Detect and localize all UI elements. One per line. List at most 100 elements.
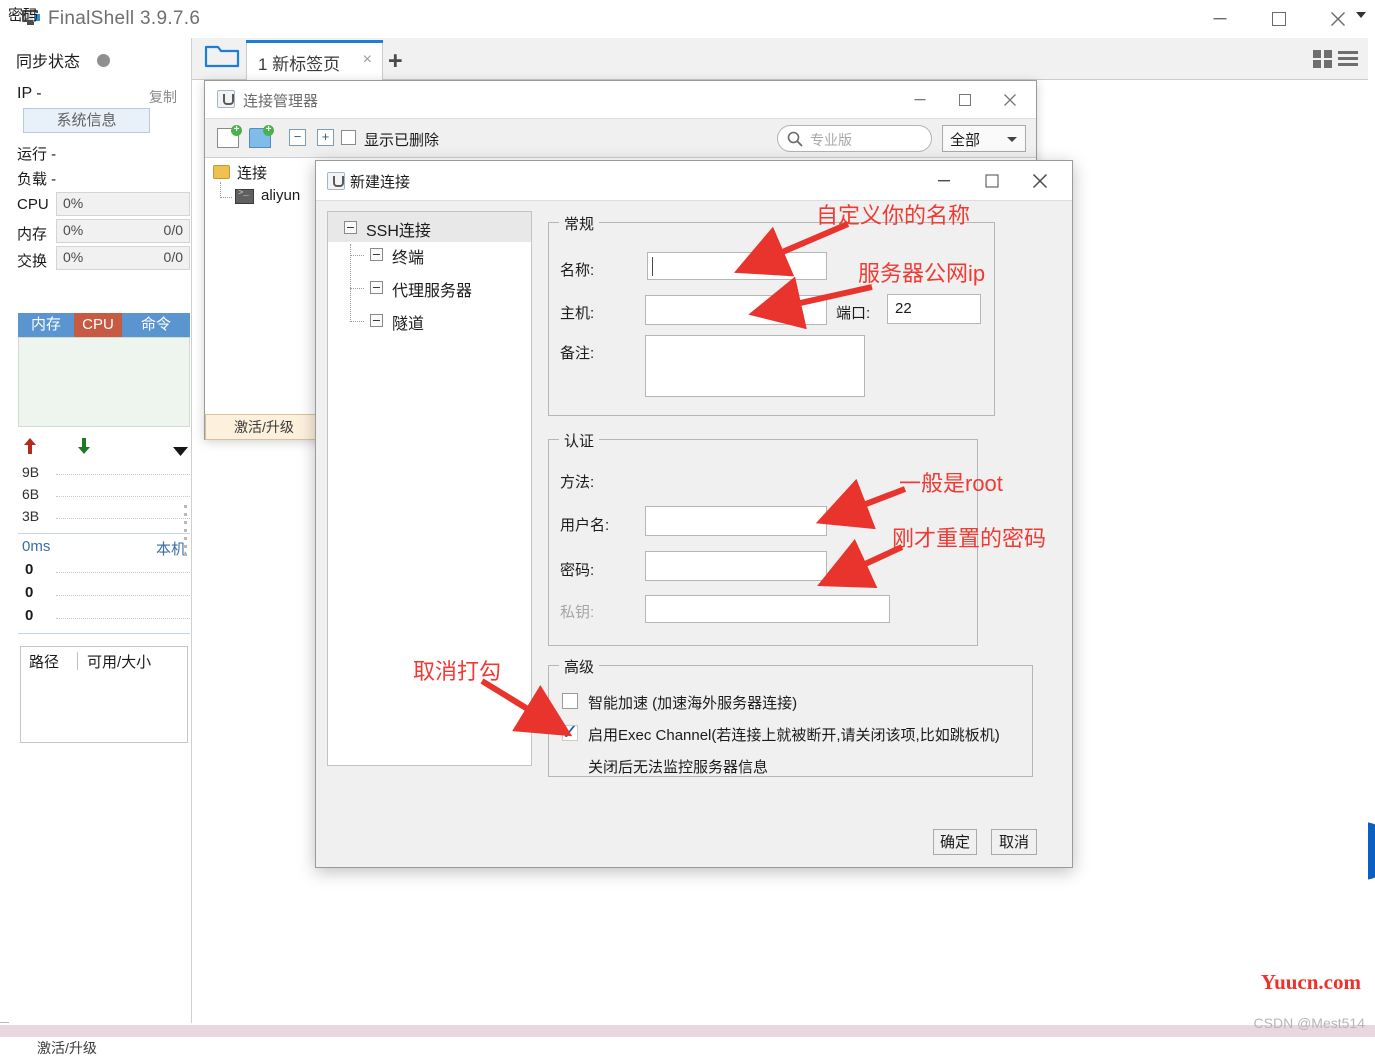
metric-box-memory: 0% 0/0 [56, 219, 190, 243]
disk-header-size: 可用/大小 [87, 651, 151, 672]
window-close-button[interactable] [1308, 0, 1367, 38]
show-deleted-label: 显示已删除 [364, 129, 439, 150]
mini-tab-memory[interactable]: 内存 [18, 313, 74, 337]
chevron-down-icon [1007, 137, 1017, 142]
net-axis-0: 9B [22, 464, 39, 480]
lat-axis-1: 0 [25, 584, 33, 601]
window-maximize-button[interactable] [1249, 0, 1308, 38]
arrow-down-icon [77, 438, 91, 459]
sidebar-mini-tabs: 内存 CPU 命令 [18, 313, 190, 337]
bottom-strip [0, 1025, 1375, 1037]
cancel-button[interactable]: 取消 [991, 829, 1037, 855]
mini-tab-command[interactable]: 命令 [122, 313, 190, 337]
sync-status-label: 同步状态 [16, 48, 80, 72]
lat-axis-2: 0 [25, 607, 33, 624]
tab-strip: 1 新标签页 × + [192, 38, 1368, 80]
expand-toggle-icon[interactable] [370, 248, 383, 261]
grid-icon[interactable] [1313, 50, 1332, 68]
app-title: FinalShell 3.9.7.6 [48, 8, 200, 30]
tree-node-tunnel[interactable]: 隧道 [392, 310, 424, 334]
privatekey-input[interactable] [645, 595, 890, 623]
chevron-down-icon[interactable] [173, 443, 188, 461]
left-sidebar: 同步状态 IP - 复制 系统信息 运行 - 负载 - CPU 0% 内存 0%… [9, 38, 192, 1023]
metric-detail-swap: 0/0 [164, 249, 183, 265]
tree-node-proxy[interactable]: 代理服务器 [392, 277, 472, 301]
metric-label-swap: 交换 [17, 250, 47, 271]
filter-dropdown[interactable]: 全部 [942, 125, 1026, 152]
mini-tab-cpu[interactable]: CPU [74, 313, 122, 337]
system-info-button[interactable]: 系统信息 [23, 108, 150, 133]
add-tab-button[interactable]: + [388, 47, 403, 76]
expand-toggle-icon[interactable] [370, 281, 383, 294]
nc-close-button[interactable] [1016, 161, 1064, 200]
net-axis-2: 3B [22, 508, 39, 524]
cm-minimize-button[interactable] [897, 81, 942, 118]
load-label: 负载 - [17, 168, 56, 189]
activate-upgrade-button[interactable]: 激活/升级 [205, 414, 323, 440]
cm-maximize-button[interactable] [942, 81, 987, 118]
window-minimize-button[interactable] [1190, 0, 1249, 38]
username-label: 用户名: [560, 514, 609, 535]
tree-item-connections[interactable]: 连接 [237, 162, 267, 183]
port-input[interactable]: 22 [887, 294, 981, 324]
credit-watermark: CSDN @Mest514 [1254, 1015, 1365, 1031]
checkmark-icon: ✓ [561, 722, 579, 743]
name-input[interactable] [647, 252, 827, 280]
ip-label: IP - [17, 85, 42, 103]
terminal-icon [235, 189, 254, 204]
search-input[interactable]: 专业版 [777, 125, 932, 152]
metric-value-cpu: 0% [63, 195, 83, 211]
nc-minimize-button[interactable] [920, 161, 968, 200]
metric-label-memory: 内存 [17, 223, 47, 244]
expand-all-icon[interactable]: + [317, 129, 334, 146]
search-placeholder: 专业版 [810, 130, 852, 150]
metric-value-swap: 0% [63, 249, 83, 265]
remark-textarea[interactable] [645, 335, 865, 397]
hamburger-menu-icon[interactable] [1338, 51, 1358, 67]
tree-node-terminal[interactable]: 终端 [392, 244, 424, 268]
cm-close-button[interactable] [987, 81, 1032, 118]
host-input[interactable] [645, 295, 827, 325]
port-label: 端口: [836, 302, 870, 323]
title-bar: FinalShell 3.9.7.6 [0, 0, 1368, 38]
metric-value-memory: 0% [63, 222, 83, 238]
username-input[interactable] [645, 506, 827, 536]
tab-close-icon[interactable]: × [363, 51, 372, 69]
sync-status-dot [97, 54, 110, 67]
smart-accel-checkbox[interactable] [562, 693, 578, 709]
new-document-icon[interactable]: + [217, 128, 239, 148]
smart-accel-label: 智能加速 (加速海外服务器连接) [588, 692, 797, 713]
annotation-uncheck: 取消打勾 [413, 654, 501, 686]
net-axis-1: 6B [22, 486, 39, 502]
metric-detail-memory: 0/0 [164, 222, 183, 238]
metric-box-swap: 0% 0/0 [56, 246, 190, 270]
search-icon [787, 131, 803, 152]
annotation-username: 一般是root [899, 466, 1003, 498]
password-input[interactable] [645, 551, 827, 581]
lat-axis-0: 0 [25, 561, 33, 578]
tree-item-aliyun[interactable]: aliyun [261, 187, 300, 204]
connection-manager-toolbar: + + − + 显示已删除 专业版 全部 [205, 119, 1036, 158]
nc-maximize-button[interactable] [968, 161, 1016, 200]
show-deleted-checkbox[interactable] [341, 130, 356, 145]
activate-upgrade-link[interactable]: 激活/升级 [37, 1038, 97, 1058]
ok-button[interactable]: 确定 [933, 829, 977, 855]
site-watermark: Yuucn.com [1261, 970, 1361, 995]
copy-link[interactable]: 复制 [149, 87, 177, 107]
auth-group-caption: 认证 [559, 430, 599, 451]
chevron-down-icon [1356, 12, 1366, 18]
tab-new-tab[interactable]: 1 新标签页 × [246, 40, 383, 80]
java-icon [327, 172, 345, 190]
expand-toggle-icon[interactable] [344, 221, 357, 234]
connection-manager-title: 连接管理器 [243, 90, 318, 111]
remark-label: 备注: [560, 342, 594, 363]
latency-graph: 0ms 本机 0 0 0 [18, 538, 190, 634]
expand-toggle-icon[interactable] [370, 314, 383, 327]
sidebar-resize-handle[interactable] [184, 505, 188, 565]
collapse-all-icon[interactable]: − [289, 129, 306, 146]
filter-value: 全部 [950, 129, 980, 150]
tree-node-ssh-label[interactable]: SSH连接 [366, 217, 431, 241]
connection-manager-title-bar: 连接管理器 [205, 81, 1036, 119]
new-folder-icon[interactable]: + [249, 128, 271, 148]
password-label: 密码: [560, 559, 594, 580]
